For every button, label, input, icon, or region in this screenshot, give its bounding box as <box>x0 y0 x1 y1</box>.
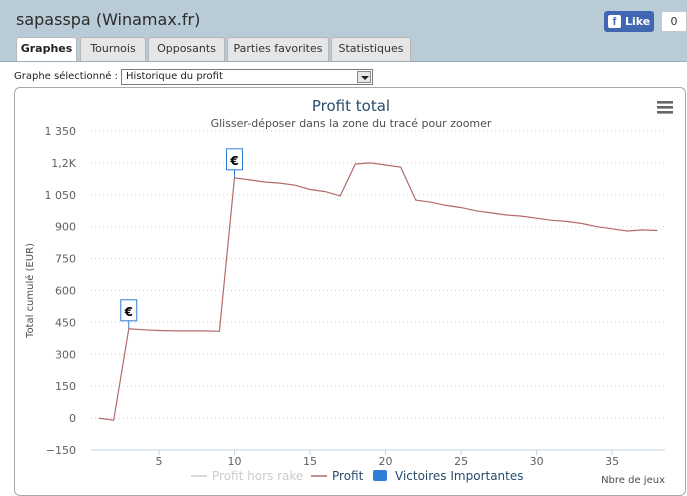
tab-graphes[interactable]: Graphes <box>16 37 77 62</box>
tab-parties-favorites[interactable]: Parties favorites <box>227 37 329 61</box>
profit-series-line <box>98 162 658 421</box>
x-tick-label: 15 <box>303 455 317 468</box>
x-axis-title: Nbre de jeux <box>601 475 665 486</box>
graph-select-value: Historique du profit <box>126 71 223 82</box>
legend-symbol-2 <box>373 470 387 481</box>
tab-tournois[interactable]: Tournois <box>80 37 146 61</box>
y-tick-label: 1,2K <box>51 157 76 170</box>
page-title: sapasspa (Winamax.fr) <box>16 10 201 29</box>
x-tick-label: 5 <box>155 455 162 468</box>
x-tick-label: 10 <box>228 455 242 468</box>
y-tick-label: 150 <box>55 380 76 393</box>
hamburger-menu-icon[interactable] <box>657 101 673 114</box>
chevron-down-icon[interactable] <box>357 71 371 83</box>
facebook-icon: f <box>608 15 621 28</box>
like-count: 0 <box>661 11 687 32</box>
y-tick-label: 450 <box>55 316 76 329</box>
y-tick-label: 0 <box>69 412 76 425</box>
y-tick-label: 900 <box>55 221 76 234</box>
graph-select-label: Graphe sélectionné : <box>14 71 118 82</box>
y-axis-title: Total cumulé (EUR) <box>24 243 36 339</box>
profit-chart[interactable]: Profit total Glisser-déposer dans la zone… <box>15 88 687 496</box>
tab-opposants[interactable]: Opposants <box>148 37 225 61</box>
y-tick-label: −150 <box>46 444 76 457</box>
x-tick-label: 30 <box>530 455 544 468</box>
x-tick-label: 35 <box>605 455 619 468</box>
flag-label: € <box>229 154 238 168</box>
legend-item-1[interactable]: Profit <box>332 469 364 483</box>
tab-statistiques[interactable]: Statistiques <box>331 37 411 61</box>
page-header: sapasspa (Winamax.fr) f Like 0 Graphes T… <box>0 0 687 62</box>
y-tick-label: 1 050 <box>45 189 77 202</box>
y-tick-label: 300 <box>55 348 76 361</box>
flag-label: € <box>124 305 133 319</box>
y-tick-label: 750 <box>55 253 76 266</box>
legend-item-0[interactable]: Profit hors rake <box>212 469 303 483</box>
chart-title: Profit total <box>312 97 390 115</box>
graph-select-dropdown[interactable]: Historique du profit <box>121 69 373 85</box>
facebook-like-button[interactable]: f Like <box>604 11 654 32</box>
like-label: Like <box>625 15 651 28</box>
chart-subtitle: Glisser-déposer dans la zone du tracé po… <box>211 117 492 130</box>
y-tick-label: 600 <box>55 285 76 298</box>
y-tick-label: 1 350 <box>45 125 77 138</box>
legend-item-2[interactable]: Victoires Importantes <box>395 469 524 483</box>
chart-panel: Profit total Glisser-déposer dans la zone… <box>14 87 686 496</box>
x-tick-label: 25 <box>454 455 468 468</box>
tab-divider <box>0 61 687 62</box>
x-tick-label: 20 <box>379 455 393 468</box>
